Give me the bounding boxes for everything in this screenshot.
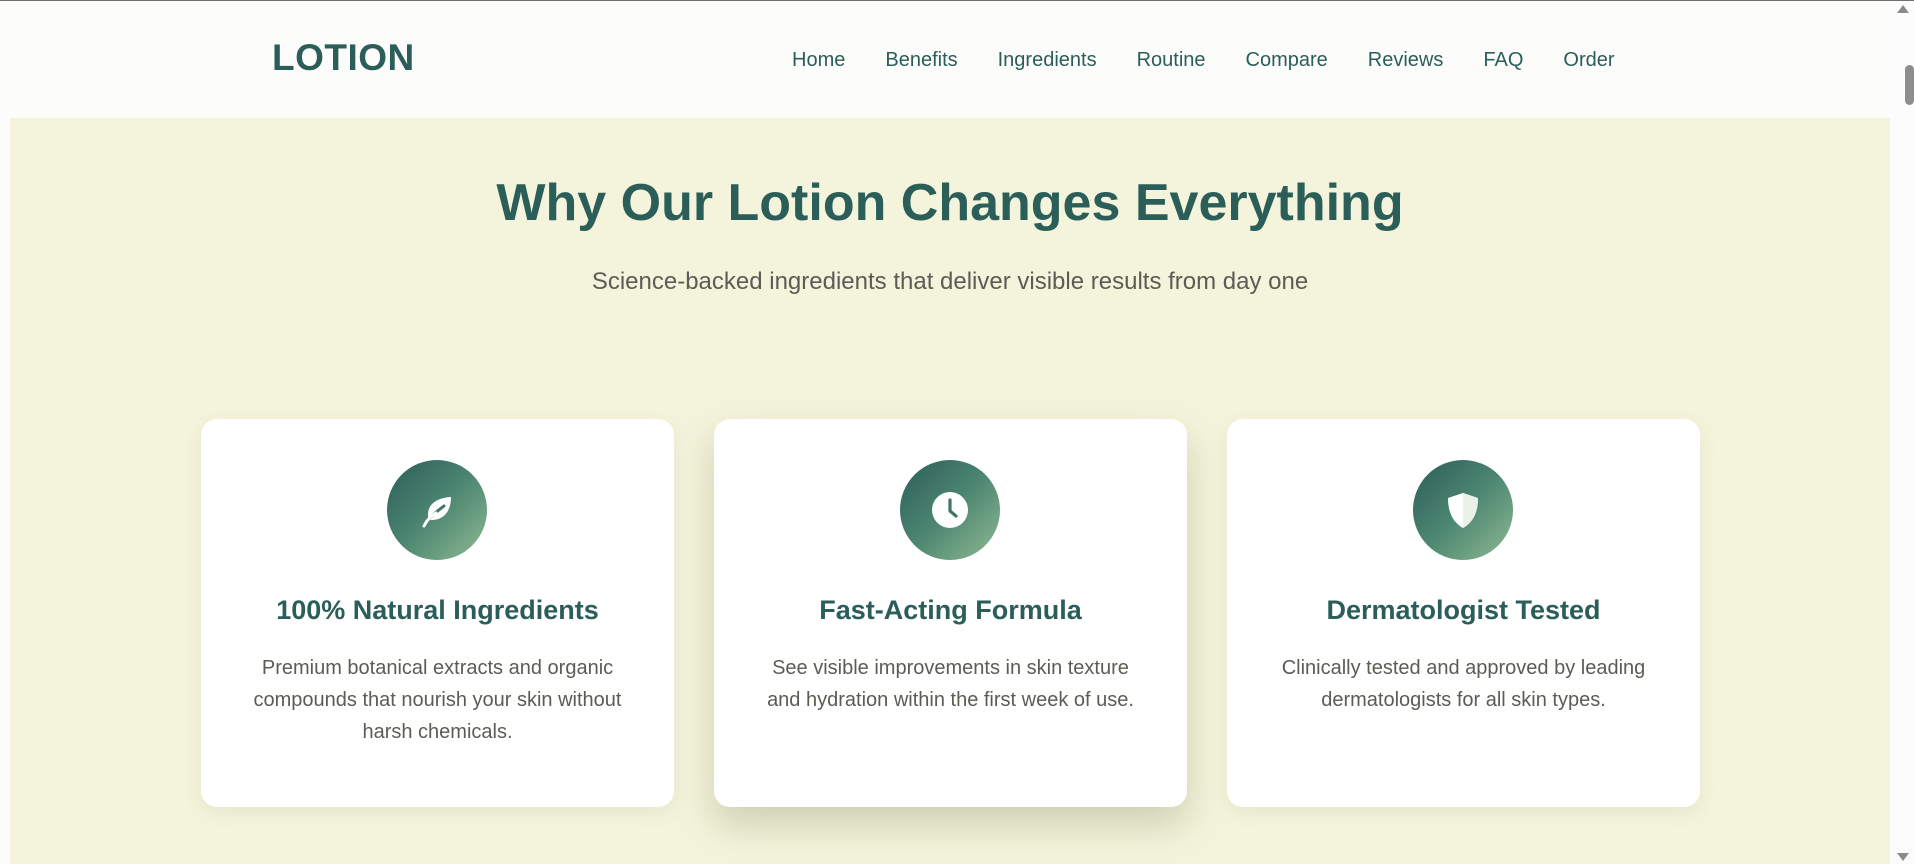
nav-links: Home Benefits Ingredients Routine Compar… bbox=[792, 49, 1615, 72]
scrollbar-thumb[interactable] bbox=[1905, 65, 1914, 105]
nav-link-routine[interactable]: Routine bbox=[1137, 49, 1206, 72]
nav-link-order[interactable]: Order bbox=[1563, 49, 1614, 72]
nav-link-reviews[interactable]: Reviews bbox=[1368, 49, 1444, 72]
page-viewport: LOTION Home Benefits Ingredients Routine… bbox=[10, 1, 1890, 864]
feature-card-natural: 100% Natural Ingredients Premium botanic… bbox=[201, 419, 674, 807]
scroll-up-arrow-icon[interactable] bbox=[1897, 5, 1909, 13]
navbar: LOTION Home Benefits Ingredients Routine… bbox=[10, 1, 1890, 118]
feature-card-fast-acting: Fast-Acting Formula See visible improvem… bbox=[714, 419, 1187, 807]
feature-card-dermatologist: Dermatologist Tested Clinically tested a… bbox=[1227, 419, 1700, 807]
nav-link-ingredients[interactable]: Ingredients bbox=[998, 49, 1097, 72]
shield-icon bbox=[1413, 460, 1513, 560]
clock-icon bbox=[900, 460, 1000, 560]
nav-link-faq[interactable]: FAQ bbox=[1483, 49, 1523, 72]
nav-link-benefits[interactable]: Benefits bbox=[885, 49, 957, 72]
scroll-down-arrow-icon[interactable] bbox=[1897, 853, 1909, 861]
vertical-scrollbar[interactable] bbox=[1890, 1, 1914, 864]
card-description: Premium botanical extracts and organic c… bbox=[253, 657, 622, 743]
card-title: 100% Natural Ingredients bbox=[276, 595, 599, 625]
leaf-icon bbox=[387, 460, 487, 560]
nav-link-compare[interactable]: Compare bbox=[1246, 49, 1328, 72]
card-title: Fast-Acting Formula bbox=[819, 595, 1082, 625]
card-title: Dermatologist Tested bbox=[1326, 595, 1601, 625]
card-description: Clinically tested and approved by leadin… bbox=[1281, 657, 1646, 711]
section-subtitle: Science-backed ingredients that deliver … bbox=[591, 268, 1309, 295]
section-title: Why Our Lotion Changes Everything bbox=[496, 174, 1404, 232]
card-description: See visible improvements in skin texture… bbox=[767, 657, 1134, 711]
brand-logo[interactable]: LOTION bbox=[272, 37, 415, 79]
nav-link-home[interactable]: Home bbox=[792, 49, 845, 72]
